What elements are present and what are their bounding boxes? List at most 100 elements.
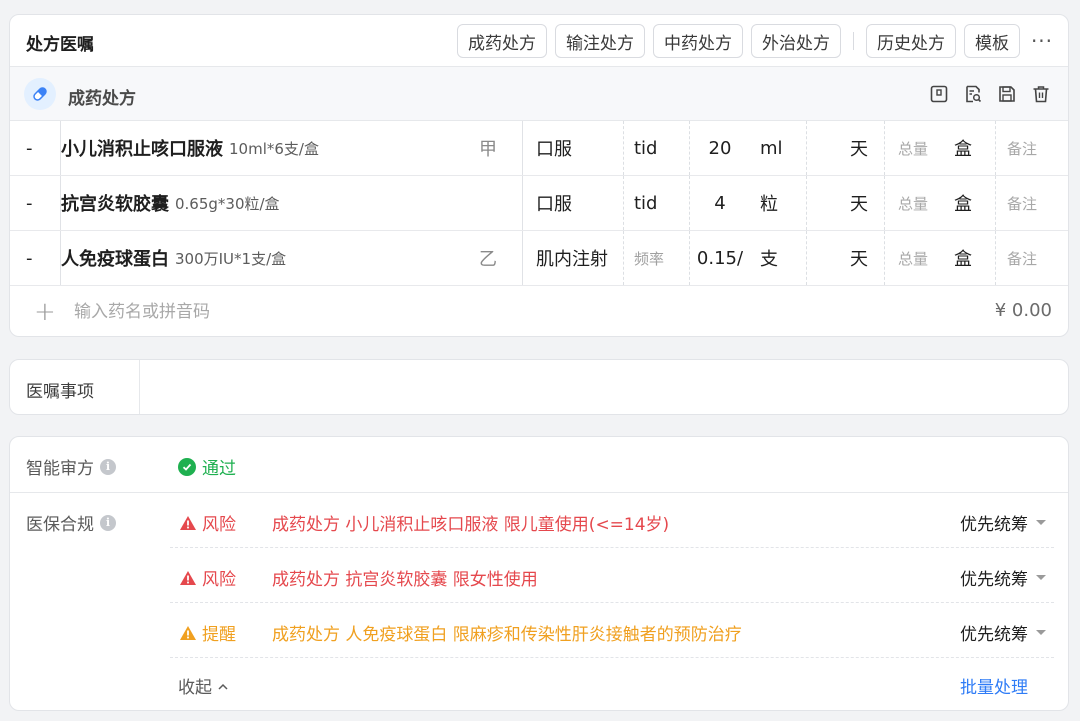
info-icon[interactable]: i xyxy=(100,514,116,531)
dose-unit: 粒 xyxy=(760,194,778,215)
remove-row-button[interactable]: - xyxy=(26,176,33,230)
prescription-tabs: 成药处方 输注处方 中药处方 外治处方 历史处方 模板 ··· xyxy=(449,24,1058,58)
warning-triangle-icon xyxy=(180,570,196,585)
note-input[interactable]: 备注 xyxy=(1007,231,1037,285)
route-select[interactable]: 口服 xyxy=(536,121,572,175)
insurance-label: 医保合规 i xyxy=(26,510,116,535)
dose-input[interactable]: 0.15/ xyxy=(690,231,750,285)
drug-cell[interactable]: 人免疫球蛋白 300万IU*1支/盒 xyxy=(61,231,286,285)
prescription-header: 处方医嘱 成药处方 输注处方 中药处方 外治处方 历史处方 模板 ··· xyxy=(10,15,1068,67)
issue-level: 提醒 xyxy=(179,620,236,645)
billing-select-value: 优先统筹 xyxy=(960,625,1028,645)
billing-select[interactable]: 优先统筹 xyxy=(960,620,1046,645)
insurance-level: 甲 xyxy=(479,139,497,160)
days-unit[interactable]: 天 xyxy=(850,176,868,230)
drug-spec: 300万IU*1支/盒 xyxy=(175,249,287,268)
tab-history[interactable]: 历史处方 xyxy=(866,24,956,58)
plus-icon[interactable]: + xyxy=(34,297,56,327)
note-input[interactable]: 备注 xyxy=(1007,121,1037,175)
drug-name: 抗宫炎软胶囊 xyxy=(61,194,169,215)
drug-spec: 0.65g*30粒/盒 xyxy=(175,194,280,213)
column-divider xyxy=(806,176,807,230)
total-input[interactable]: 总量 xyxy=(898,176,928,230)
days-unit[interactable]: 天 xyxy=(850,231,868,285)
route-select[interactable]: 口服 xyxy=(536,176,572,230)
smart-review-label: 智能审方 i xyxy=(26,454,116,479)
dose-unit: 支 xyxy=(760,249,778,270)
search-document-icon[interactable] xyxy=(962,83,984,105)
compliance-issue: 风险 成药处方 抗宫炎软胶囊 限女性使用 优先统筹 xyxy=(170,548,1054,603)
orders-input[interactable] xyxy=(150,370,1050,406)
route-select[interactable]: 肌内注射 xyxy=(536,231,608,285)
issue-level: 风险 xyxy=(179,510,236,535)
compliance-issue: 提醒 成药处方 人免疫球蛋白 限麻疹和传染性肝炎接触者的预防治疗 优先统筹 xyxy=(170,603,1054,658)
section-header: 成药处方 xyxy=(10,67,1068,121)
review-card: 智能审方 i 通过 医保合规 i 风险 成药处方 小儿消积止咳口服液 限儿童使用… xyxy=(9,436,1069,711)
tab-patent-medicine[interactable]: 成药处方 xyxy=(457,24,547,58)
template-icon[interactable] xyxy=(928,83,950,105)
tab-divider xyxy=(853,32,854,50)
billing-select-value: 优先统筹 xyxy=(960,515,1028,535)
remove-row-button[interactable]: - xyxy=(26,231,33,285)
billing-select[interactable]: 优先统筹 xyxy=(960,565,1046,590)
prescription-title: 处方医嘱 xyxy=(26,35,94,55)
drug-cell[interactable]: 小儿消积止咳口服液 10ml*6支/盒 xyxy=(61,121,319,175)
drug-search-input[interactable] xyxy=(74,298,674,326)
issue-level-text: 风险 xyxy=(202,515,236,535)
check-circle-icon xyxy=(178,457,196,476)
issue-message: 成药处方 小儿消积止咳口服液 限儿童使用(<=14岁) xyxy=(272,515,670,535)
orders-label: 医嘱事项 xyxy=(26,382,94,402)
pill-icon xyxy=(24,78,56,110)
issue-level: 风险 xyxy=(179,565,236,590)
remove-row-button[interactable]: - xyxy=(26,121,33,175)
total-price: ¥ 0.00 xyxy=(994,300,1052,321)
drug-cell[interactable]: 抗宫炎软胶囊 0.65g*30粒/盒 xyxy=(61,176,280,230)
add-drug-row: + ¥ 0.00 xyxy=(10,286,1068,336)
days-unit[interactable]: 天 xyxy=(850,121,868,175)
batch-process-button[interactable]: 批量处理 xyxy=(960,673,1028,698)
issue-message: 成药处方 人免疫球蛋白 限麻疹和传染性肝炎接触者的预防治疗 xyxy=(272,625,742,645)
section-title: 成药处方 xyxy=(68,89,136,109)
total-unit: 盒 xyxy=(954,249,972,270)
billing-select[interactable]: 优先统筹 xyxy=(960,510,1046,535)
drug-name: 人免疫球蛋白 xyxy=(61,249,169,270)
collapse-button[interactable]: 收起 xyxy=(178,673,228,698)
tab-external-treatment[interactable]: 外治处方 xyxy=(751,24,841,58)
note-input[interactable]: 备注 xyxy=(1007,176,1037,230)
tab-template[interactable]: 模板 xyxy=(964,24,1020,58)
prescription-card: 处方医嘱 成药处方 输注处方 中药处方 外治处方 历史处方 模板 ··· 成药处… xyxy=(9,14,1069,337)
dose-unit: ml xyxy=(760,137,783,159)
drug-spec: 10ml*6支/盒 xyxy=(229,139,319,158)
info-icon[interactable]: i xyxy=(100,458,116,475)
caret-down-icon xyxy=(1036,630,1046,635)
frequency-select[interactable]: tid xyxy=(634,121,657,175)
smart-review-row: 智能审方 i 通过 xyxy=(10,437,1068,493)
more-icon[interactable]: ··· xyxy=(1026,24,1058,58)
tab-chinese-medicine[interactable]: 中药处方 xyxy=(653,24,743,58)
total-input[interactable]: 总量 xyxy=(898,121,928,175)
table-row: - 抗宫炎软胶囊 0.65g*30粒/盒 口服 tid 4 粒 天 总量 盒 备… xyxy=(10,176,1068,231)
tab-infusion[interactable]: 输注处方 xyxy=(555,24,645,58)
save-icon[interactable] xyxy=(996,83,1018,105)
column-divider xyxy=(522,231,523,285)
column-divider xyxy=(623,231,624,285)
orders-divider xyxy=(139,360,140,414)
column-divider xyxy=(623,176,624,230)
smart-review-status: 通过 xyxy=(178,454,236,479)
orders-card: 医嘱事项 xyxy=(9,359,1069,415)
column-divider xyxy=(806,231,807,285)
frequency-select[interactable]: tid xyxy=(634,176,657,230)
total-input[interactable]: 总量 xyxy=(898,231,928,285)
warning-triangle-icon xyxy=(180,515,196,530)
drug-list: - 小儿消积止咳口服液 10ml*6支/盒 甲 口服 tid 20 ml 天 总… xyxy=(10,121,1068,336)
issue-level-text: 风险 xyxy=(202,570,236,590)
frequency-select[interactable]: 频率 xyxy=(634,231,664,285)
dose-input[interactable]: 4 xyxy=(690,176,750,230)
dose-input[interactable]: 20 xyxy=(690,121,750,175)
smart-review-label-text: 智能审方 xyxy=(26,459,94,479)
compliance-issue: 风险 成药处方 小儿消积止咳口服液 限儿童使用(<=14岁) 优先统筹 xyxy=(170,493,1054,548)
issue-message: 成药处方 抗宫炎软胶囊 限女性使用 xyxy=(272,570,538,590)
trash-icon[interactable] xyxy=(1030,83,1052,105)
column-divider xyxy=(806,121,807,175)
insurance-level: 乙 xyxy=(479,249,497,270)
